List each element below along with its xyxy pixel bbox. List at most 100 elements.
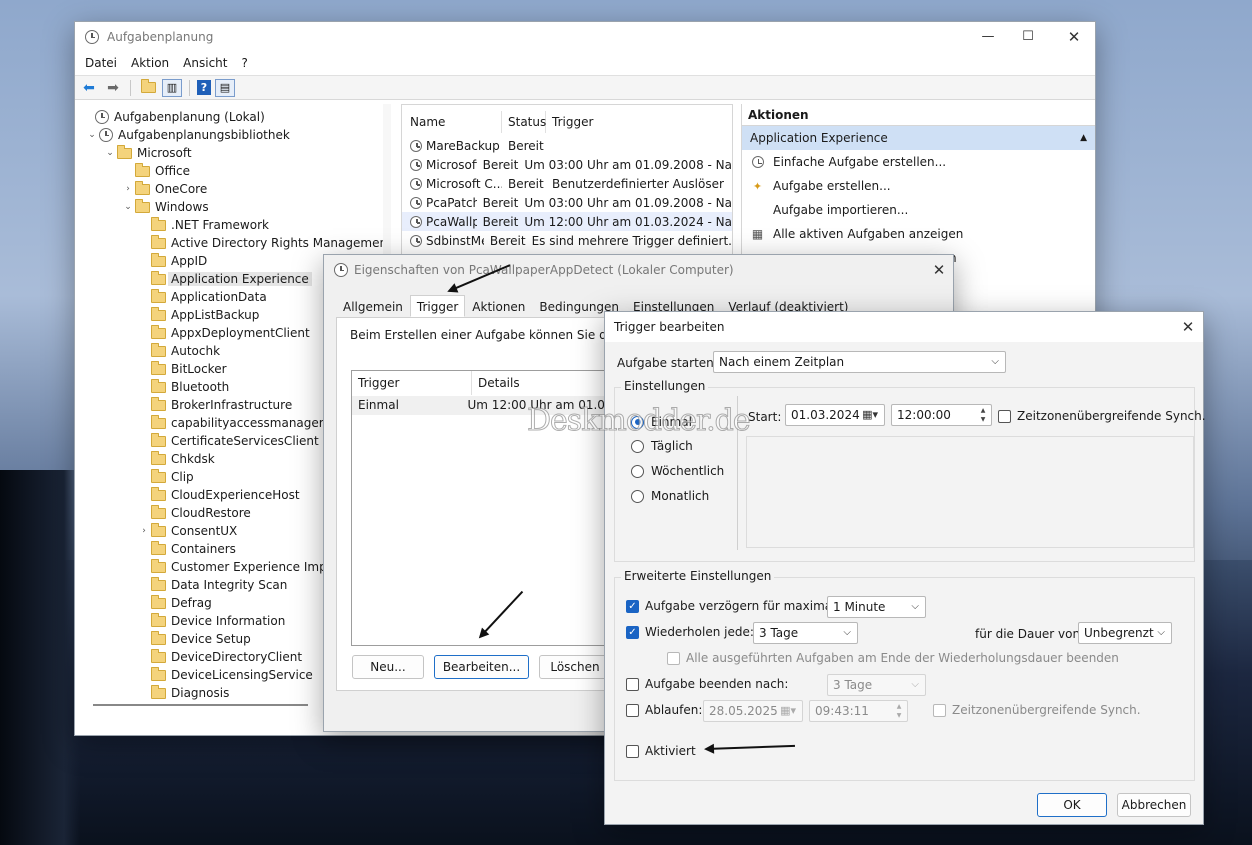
stop-after-dropdown[interactable]: 3 Tage ⌵ bbox=[827, 674, 926, 696]
cancel-button[interactable]: Abbrechen bbox=[1117, 793, 1191, 817]
tree-item[interactable]: capabilityaccessmanager bbox=[137, 414, 324, 432]
tree-item[interactable]: CloudExperienceHost bbox=[137, 486, 300, 504]
tree-item[interactable]: Defrag bbox=[137, 594, 212, 612]
new-button[interactable]: Neu... bbox=[352, 655, 424, 679]
menu-help[interactable]: ? bbox=[241, 56, 247, 70]
column-trigger[interactable]: Trigger bbox=[352, 371, 472, 395]
expire-time-input[interactable]: 09:43:11 ▲ ▼ bbox=[809, 700, 908, 722]
enabled-checkbox[interactable]: Aktiviert bbox=[626, 744, 696, 758]
tree-item[interactable]: Chkdsk bbox=[137, 450, 215, 468]
repeat-checkbox[interactable]: ✓ Wiederholen jede: bbox=[626, 625, 754, 639]
tree-item[interactable]: DeviceLicensingService bbox=[137, 666, 313, 684]
props-titlebar[interactable]: Eigenschaften von PcaWallpaperAppDetect … bbox=[324, 255, 953, 285]
tree-item[interactable]: Office bbox=[121, 162, 190, 180]
repeat-interval-dropdown[interactable]: 3 Tage ⌵ bbox=[753, 622, 858, 644]
calendar-icon[interactable]: ▦▾ bbox=[862, 405, 878, 425]
stop-all-running-checkbox[interactable]: Alle ausgeführten Aufgaben am Ende der W… bbox=[667, 651, 1119, 665]
task-row[interactable]: Microsoft C... Bereit Benutzerdefinierter … bbox=[402, 174, 732, 193]
sync-timezone-checkbox[interactable]: Zeitzonenübergreifende Synch. bbox=[998, 409, 1206, 423]
tree-item[interactable]: Containers bbox=[137, 540, 236, 558]
tree-item[interactable]: › ConsentUX bbox=[137, 522, 237, 540]
start-date-picker[interactable]: 01.03.2024 ▦▾ bbox=[785, 404, 885, 426]
actions-group-header[interactable]: Application Experience ▲ bbox=[742, 126, 1095, 150]
tree-item[interactable]: CloudRestore bbox=[137, 504, 251, 522]
radio-woechentlich[interactable]: Wöchentlich bbox=[631, 464, 724, 478]
edit-button[interactable]: Bearbeiten... bbox=[434, 655, 529, 679]
ok-button[interactable]: OK bbox=[1037, 793, 1107, 817]
task-row[interactable]: SdbinstMerg... Bereit Es sind mehrere Trig… bbox=[402, 231, 732, 250]
column-status[interactable]: Status bbox=[502, 111, 546, 133]
tree-item[interactable]: ⌄ Aufgabenplanungsbibliothek bbox=[85, 126, 290, 144]
task-row[interactable]: PcaWallpap... Bereit Um 12:00 Uhr am 01.03… bbox=[402, 212, 732, 231]
delete-button[interactable]: Löschen bbox=[539, 655, 611, 679]
tree-item[interactable]: Device Information bbox=[137, 612, 285, 630]
tree-item[interactable]: Device Setup bbox=[137, 630, 251, 648]
spinner-icon[interactable]: ▲ ▼ bbox=[976, 406, 990, 424]
chevron-right-icon[interactable]: › bbox=[137, 526, 151, 536]
tree-item[interactable]: AppxDeploymentClient bbox=[137, 324, 310, 342]
tree-item[interactable]: ⌄ Windows bbox=[121, 198, 209, 216]
tab-trigger[interactable]: Trigger bbox=[409, 295, 466, 317]
edit-titlebar[interactable]: Trigger bearbeiten ✕ bbox=[605, 312, 1203, 342]
close-icon[interactable]: ✕ bbox=[1059, 26, 1089, 48]
menu-ansicht[interactable]: Ansicht bbox=[183, 56, 227, 70]
task-row[interactable]: Microsoft C... Bereit Um 03:00 Uhr am 01.0… bbox=[402, 155, 732, 174]
radio-taeglich[interactable]: Täglich bbox=[631, 439, 693, 453]
action-create-basic-task[interactable]: Einfache Aufgabe erstellen... bbox=[742, 150, 1095, 174]
action-show-running-tasks[interactable]: ▦ Alle aktiven Aufgaben anzeigen bbox=[742, 222, 1095, 246]
start-time-input[interactable]: 12:00:00 ▲ ▼ bbox=[891, 404, 992, 426]
chevron-down-icon[interactable]: ⌄ bbox=[103, 148, 117, 158]
calendar-icon[interactable]: ▦▾ bbox=[780, 701, 796, 721]
close-icon[interactable]: ✕ bbox=[1173, 316, 1203, 338]
tree-item[interactable]: DeviceDirectoryClient bbox=[137, 648, 302, 666]
menu-aktion[interactable]: Aktion bbox=[131, 56, 169, 70]
duration-dropdown[interactable]: Unbegrenzt ⌵ bbox=[1078, 622, 1172, 644]
expire-sync-timezone-checkbox[interactable]: Zeitzonenübergreifende Synch. bbox=[933, 703, 1141, 717]
column-details[interactable]: Details bbox=[472, 371, 520, 395]
tree-item[interactable]: Diagnosis bbox=[137, 684, 229, 702]
tab-allgemein[interactable]: Allgemein bbox=[336, 295, 410, 317]
forward-icon[interactable]: ➡ bbox=[103, 79, 123, 97]
delay-dropdown[interactable]: 1 Minute ⌵ bbox=[827, 596, 926, 618]
back-icon[interactable]: ⬅ bbox=[79, 79, 99, 97]
tree-horizontal-scrollbar[interactable] bbox=[93, 704, 308, 706]
chevron-down-icon[interactable]: ⌄ bbox=[121, 202, 135, 212]
tree-item[interactable]: Clip bbox=[137, 468, 194, 486]
main-titlebar[interactable]: Aufgabenplanung — ☐ ✕ bbox=[75, 22, 1095, 52]
action-import-task[interactable]: Aufgabe importieren... bbox=[742, 198, 1095, 222]
tree-item[interactable]: BitLocker bbox=[137, 360, 227, 378]
chevron-right-icon[interactable]: › bbox=[121, 184, 135, 194]
tree-item[interactable]: BrokerInfrastructure bbox=[137, 396, 292, 414]
column-trigger[interactable]: Trigger bbox=[546, 111, 726, 133]
tree-item[interactable]: Active Directory Rights Management S bbox=[137, 234, 383, 252]
start-task-dropdown[interactable]: Nach einem Zeitplan ⌵ bbox=[713, 351, 1006, 373]
expire-date-picker[interactable]: 28.05.2025 ▦▾ bbox=[703, 700, 803, 722]
up-folder-icon[interactable] bbox=[138, 79, 158, 97]
tree-item[interactable]: Data Integrity Scan bbox=[137, 576, 287, 594]
radio-monatlich[interactable]: Monatlich bbox=[631, 489, 709, 503]
tree-item[interactable]: Autochk bbox=[137, 342, 220, 360]
stop-task-after-checkbox[interactable]: Aufgabe beenden nach: bbox=[626, 677, 788, 691]
tree-item[interactable]: CertificateServicesClient bbox=[137, 432, 319, 450]
minimize-icon[interactable]: — bbox=[973, 26, 1003, 48]
tree-item[interactable]: Customer Experience Improv bbox=[137, 558, 346, 576]
tree-item[interactable]: AppListBackup bbox=[137, 306, 259, 324]
expire-checkbox[interactable]: Ablaufen: bbox=[626, 703, 702, 717]
delay-task-checkbox[interactable]: ✓ Aufgabe verzögern für maximal: bbox=[626, 599, 840, 613]
action-create-task[interactable]: ✦ Aufgabe erstellen... bbox=[742, 174, 1095, 198]
show-action-pane-icon[interactable]: ▤ bbox=[215, 78, 235, 97]
tree-item[interactable]: Application Experience bbox=[137, 270, 312, 288]
spinner-icon[interactable]: ▲ ▼ bbox=[892, 702, 906, 720]
task-row[interactable]: MareBackup Bereit bbox=[402, 136, 732, 155]
menu-datei[interactable]: Datei bbox=[85, 56, 117, 70]
close-icon[interactable]: ✕ bbox=[924, 259, 954, 281]
tree-item[interactable]: ApplicationData bbox=[137, 288, 267, 306]
task-row[interactable]: PcaPatchDb... Bereit Um 03:00 Uhr am 01.09… bbox=[402, 193, 732, 212]
show-tree-icon[interactable]: ▥ bbox=[162, 78, 182, 97]
maximize-icon[interactable]: ☐ bbox=[1013, 26, 1043, 48]
tree-item[interactable]: .NET Framework bbox=[137, 216, 269, 234]
tree-item[interactable]: Bluetooth bbox=[137, 378, 229, 396]
column-name[interactable]: Name bbox=[402, 111, 502, 133]
tree-item[interactable]: AppID bbox=[137, 252, 207, 270]
tree-item[interactable]: › OneCore bbox=[121, 180, 207, 198]
